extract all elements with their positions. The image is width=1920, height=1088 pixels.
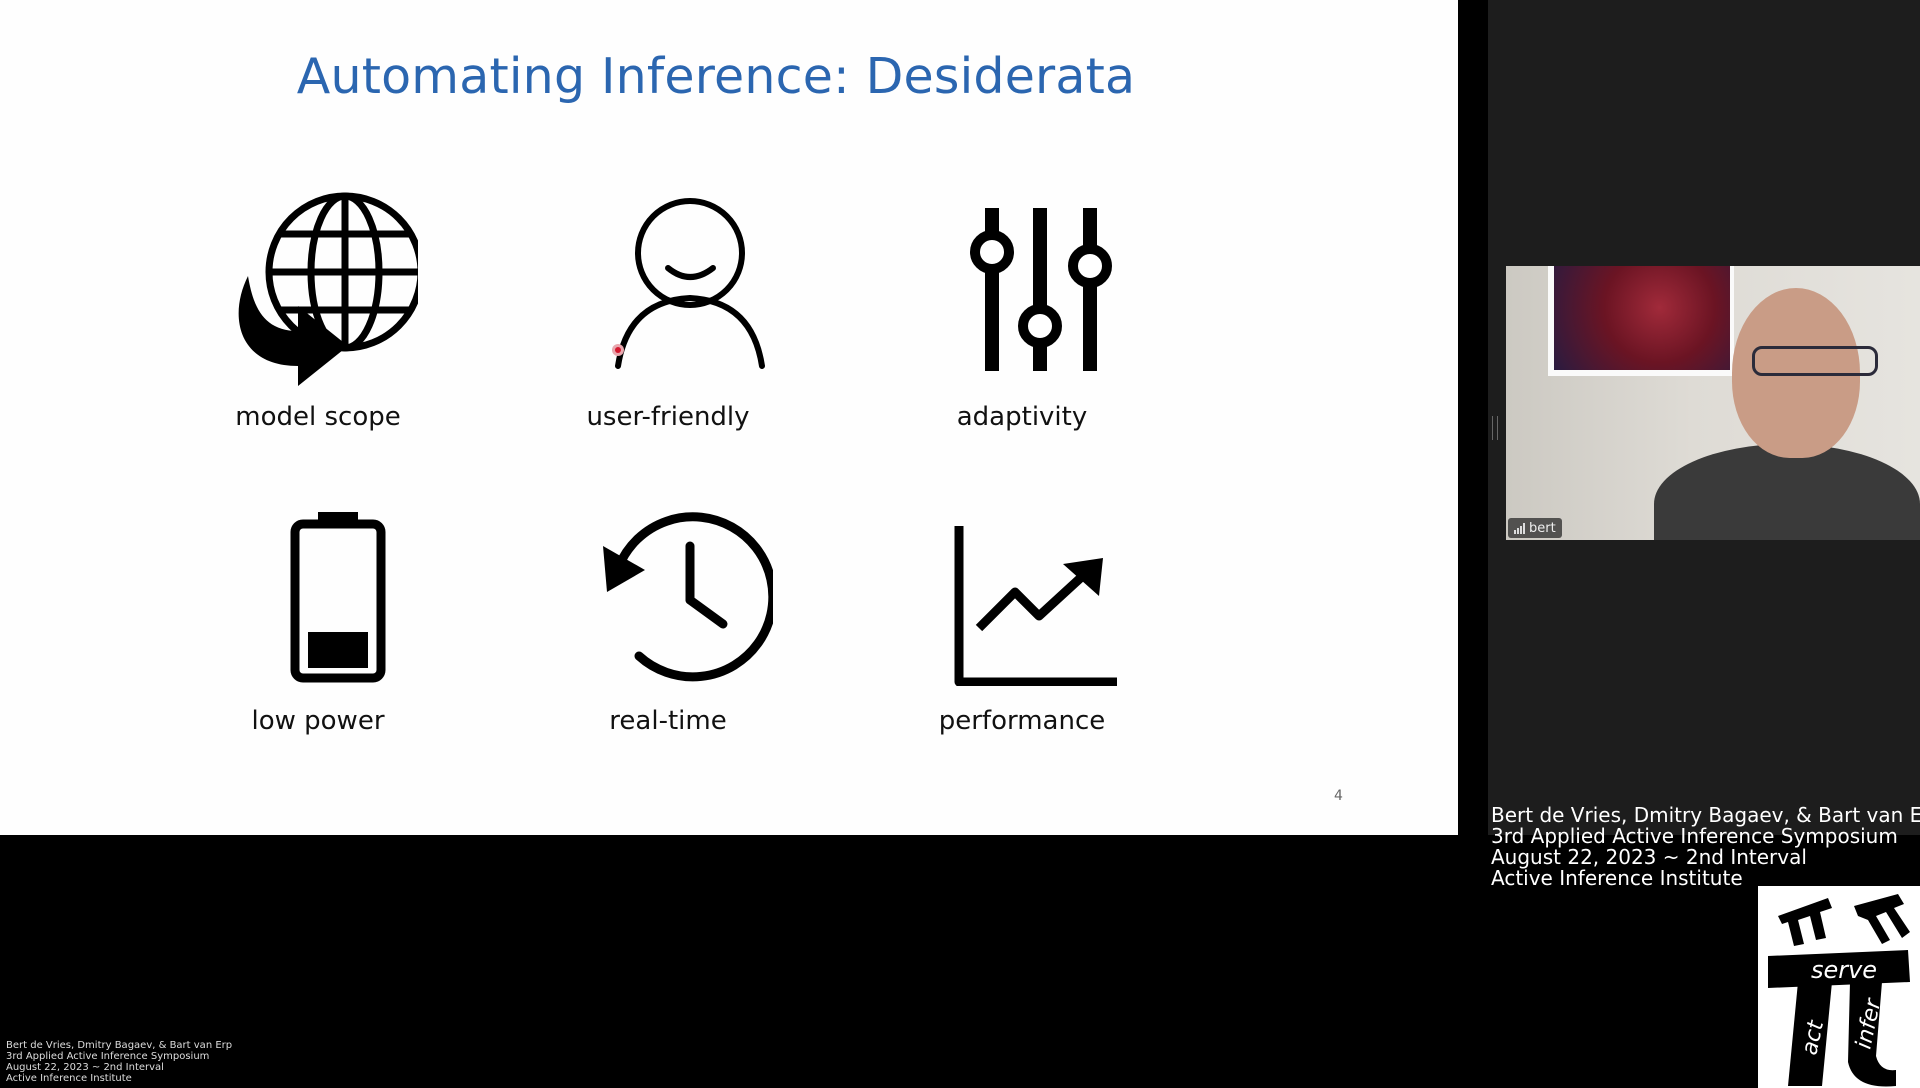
globe-arrow-icon [238, 192, 418, 386]
participant-name-tag: bert [1508, 518, 1562, 538]
participant-glasses [1752, 346, 1878, 376]
desideratum-label: model scope [235, 402, 401, 432]
credits-event-small: 3rd Applied Active Inference Symposium [6, 1051, 210, 1062]
slide-page-number: 4 [1334, 788, 1343, 804]
logo-word-serve: serve [1811, 956, 1877, 984]
desideratum-user-friendly: user-friendly [548, 186, 788, 436]
desideratum-performance: performance [902, 506, 1142, 756]
credits-event: 3rd Applied Active Inference Symposium [1491, 824, 1898, 848]
desideratum-adaptivity: adaptivity [902, 186, 1142, 436]
participant-video-tile[interactable] [1506, 266, 1920, 540]
active-inference-logo: serve act infer [1758, 886, 1920, 1088]
desideratum-label: performance [938, 706, 1106, 736]
desideratum-label: user-friendly [586, 402, 750, 432]
panel-resize-handle[interactable] [1492, 416, 1498, 440]
pointer-cursor-icon [612, 344, 624, 356]
desideratum-low-power: low power [198, 506, 438, 756]
sliders-icon [970, 208, 1112, 371]
pi-logo-icon: serve act infer [1768, 894, 1910, 1087]
event-credits: Bert de Vries, Dmitry Bagaev, & Bart van… [1491, 805, 1920, 889]
signal-strength-icon [1514, 522, 1525, 534]
line-chart-up-icon [954, 526, 1117, 686]
wall-picture [1554, 266, 1730, 370]
credits-authors-small: Bert de Vries, Dmitry Bagaev, & Bart van… [6, 1040, 233, 1051]
event-credits-small: Bert de Vries, Dmitry Bagaev, & Bart van… [6, 1040, 232, 1084]
credits-date-small: August 22, 2023 ~ 2nd Interval [6, 1062, 164, 1073]
slide-title: Automating Inference: Desiderata [296, 48, 1136, 105]
history-clock-icon [603, 512, 773, 682]
desideratum-model-scope: model scope [198, 186, 438, 436]
desideratum-label: low power [251, 706, 385, 736]
low-battery-icon [290, 512, 386, 683]
credits-institute-small: Active Inference Institute [6, 1073, 132, 1084]
user-icon [615, 198, 765, 369]
credits-date: August 22, 2023 ~ 2nd Interval [1491, 845, 1807, 869]
credits-authors: Bert de Vries, Dmitry Bagaev, & Bart van… [1491, 803, 1920, 827]
participant-name: bert [1529, 520, 1556, 536]
presentation-slide: Automating Inference: Desiderata model s… [0, 0, 1458, 835]
desideratum-real-time: real-time [548, 506, 788, 756]
desideratum-label: adaptivity [956, 402, 1088, 432]
desideratum-label: real-time [609, 706, 727, 736]
